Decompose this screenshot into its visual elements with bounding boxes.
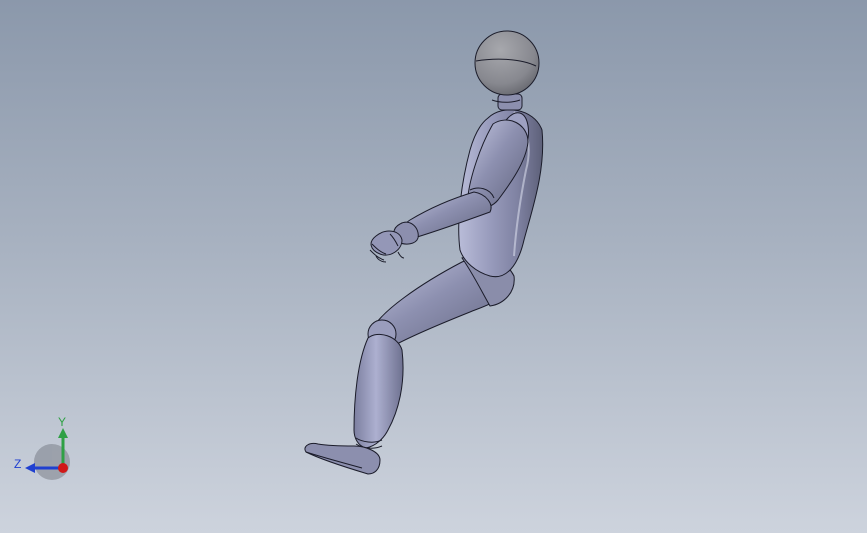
z-axis-label: Z	[14, 457, 22, 471]
shin[interactable]	[353, 334, 404, 449]
hand[interactable]	[369, 221, 419, 263]
mannequin-model[interactable]	[0, 0, 867, 533]
graphics-viewport[interactable]: Y Z	[0, 0, 867, 533]
head[interactable]	[474, 30, 540, 103]
y-axis-label: Y	[58, 415, 67, 429]
orientation-triad: Y Z	[10, 410, 80, 480]
